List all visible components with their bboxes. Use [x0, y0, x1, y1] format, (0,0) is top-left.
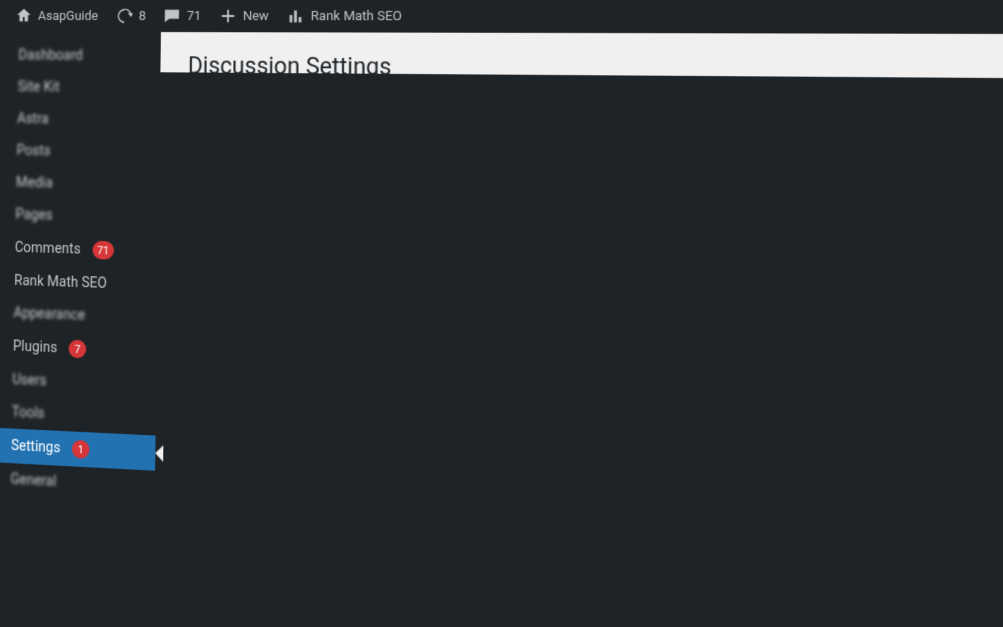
- sidebar-item-dashboard[interactable]: Dashboard: [7, 40, 161, 73]
- sidebar-item-label: Settings: [11, 438, 61, 457]
- sidebar-item-label: Astra: [17, 111, 49, 127]
- sidebar-item-label: Pages: [15, 207, 52, 224]
- updates-link[interactable]: 8: [115, 7, 146, 25]
- admin-sidebar: DashboardSite KitAstraPostsMediaPagesCom…: [7, 32, 161, 40]
- sidebar-item-label: Site Kit: [18, 79, 60, 95]
- new-label: New: [243, 8, 269, 23]
- refresh-icon: [115, 7, 133, 25]
- sidebar-item-label: Users: [12, 372, 47, 390]
- sidebar-item-rank-math-seo[interactable]: Rank Math SEO: [2, 264, 157, 301]
- sidebar-item-label: Appearance: [13, 305, 85, 324]
- sidebar-item-comments[interactable]: Comments 71: [3, 230, 158, 269]
- sidebar-item-astra[interactable]: Astra: [5, 103, 159, 137]
- sidebar-item-general[interactable]: General: [0, 463, 155, 504]
- sidebar-badge: 71: [92, 241, 114, 260]
- new-link[interactable]: New: [219, 7, 269, 25]
- seo-label: Rank Math SEO: [311, 8, 402, 23]
- sidebar-item-label: Dashboard: [18, 48, 83, 64]
- sidebar-badge: 1: [72, 440, 90, 459]
- sidebar-item-label: Posts: [16, 143, 50, 160]
- sidebar-item-pages[interactable]: Pages: [4, 198, 159, 234]
- sidebar-item-media[interactable]: Media: [4, 167, 159, 202]
- page-title: Discussion Settings: [188, 52, 1003, 78]
- site-name: AsapGuide: [38, 9, 98, 24]
- sidebar-badge: 7: [69, 339, 87, 358]
- seo-link[interactable]: Rank Math SEO: [287, 7, 402, 26]
- sidebar-item-label: Tools: [12, 404, 45, 422]
- sidebar-item-label: Plugins: [13, 338, 58, 356]
- home-icon: [15, 7, 32, 25]
- sidebar-item-label: General: [10, 471, 56, 490]
- updates-count: 8: [139, 8, 146, 23]
- site-home-link[interactable]: AsapGuide: [15, 7, 98, 25]
- sidebar-item-label: Comments: [15, 240, 81, 258]
- plus-icon: [219, 7, 237, 25]
- sidebar-item-posts[interactable]: Posts: [5, 135, 160, 170]
- main-content: Discussion Settings Default post setting…: [160, 32, 1003, 78]
- admin-bar: AsapGuide 8 71 New Rank Math SEO: [7, 0, 1003, 34]
- comments-link[interactable]: 71: [163, 7, 201, 25]
- sidebar-item-site-kit[interactable]: Site Kit: [6, 71, 160, 104]
- comments-count: 71: [187, 8, 202, 23]
- comment-icon: [163, 7, 181, 25]
- chart-icon: [287, 7, 305, 25]
- sidebar-item-label: Media: [16, 175, 53, 192]
- sidebar-item-label: Rank Math SEO: [14, 273, 107, 292]
